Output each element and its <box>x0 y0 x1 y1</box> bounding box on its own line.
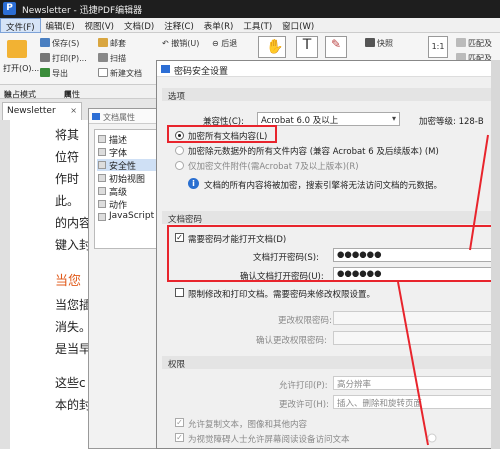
annotation-arrow-down <box>397 281 429 446</box>
annotation-arrow-right <box>469 134 489 251</box>
vertical-scrollbar[interactable] <box>491 60 500 449</box>
paw-icon <box>427 433 437 443</box>
annotation-arrows <box>397 134 489 446</box>
